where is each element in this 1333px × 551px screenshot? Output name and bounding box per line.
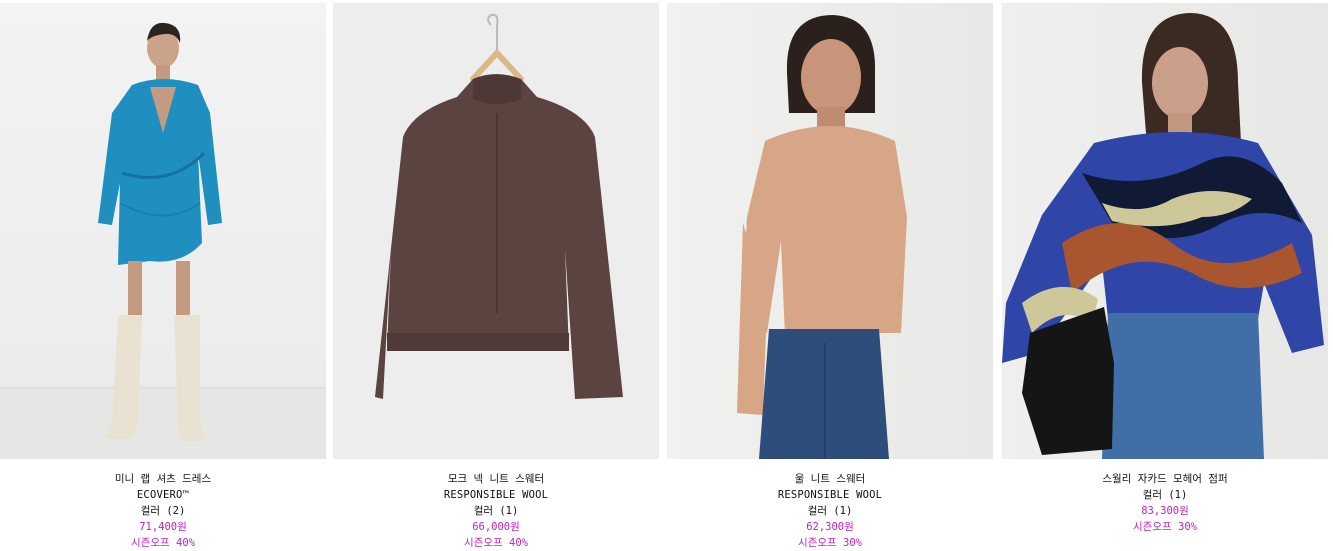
product-card[interactable]: 스월리 자카드 모헤어 점퍼 컬러 (1) 83,300원 시즌오프 30% xyxy=(1002,0,1328,551)
product-image[interactable] xyxy=(667,3,993,459)
product-discount: 시즌오프 40% xyxy=(131,537,195,549)
product-card[interactable]: 미니 랩 셔츠 드레스 ECOVERO™ 컬러 (2) 71,400원 시즌오프… xyxy=(0,0,326,551)
model-blue-wrap-dress-image xyxy=(0,22,326,459)
product-image[interactable] xyxy=(333,3,659,459)
product-grid: 미니 랩 셔츠 드레스 ECOVERO™ 컬러 (2) 71,400원 시즌오프… xyxy=(0,0,1333,551)
product-price: 62,300원 xyxy=(806,521,854,533)
product-price: 66,000원 xyxy=(472,521,520,533)
product-tag: RESPONSIBLE WOOL xyxy=(443,489,549,501)
product-tag: ECOVERO™ xyxy=(136,489,190,501)
product-name[interactable]: 미니 랩 셔츠 드레스 xyxy=(0,471,326,487)
product-tag: RESPONSIBLE WOOL xyxy=(777,489,883,501)
product-info: 미니 랩 셔츠 드레스 ECOVERO™ 컬러 (2) 71,400원 시즌오프… xyxy=(0,471,326,551)
product-info: 울 니트 스웨터 RESPONSIBLE WOOL 컬러 (1) 62,300원… xyxy=(667,471,993,551)
product-colors: 컬러 (1) xyxy=(1142,489,1188,501)
product-info: 모크 넥 니트 스웨터 RESPONSIBLE WOOL 컬러 (1) 66,0… xyxy=(333,471,659,551)
product-discount: 시즌오프 40% xyxy=(464,537,528,549)
product-colors: 컬러 (1) xyxy=(473,505,519,517)
product-name[interactable]: 모크 넥 니트 스웨터 xyxy=(333,471,659,487)
product-image[interactable] xyxy=(0,3,326,459)
model-beige-sweater-image xyxy=(737,15,907,459)
product-card[interactable]: 울 니트 스웨터 RESPONSIBLE WOOL 컬러 (1) 62,300원… xyxy=(667,0,993,551)
product-colors: 컬러 (1) xyxy=(807,505,853,517)
product-name[interactable]: 울 니트 스웨터 xyxy=(667,471,993,487)
product-price: 83,300원 xyxy=(1141,505,1189,517)
model-swirl-mohair-jumper-image xyxy=(1002,13,1324,459)
product-price: 71,400원 xyxy=(139,521,187,533)
product-image[interactable] xyxy=(1002,3,1328,459)
product-discount: 시즌오프 30% xyxy=(1133,521,1197,533)
product-name[interactable]: 스월리 자카드 모헤어 점퍼 xyxy=(1002,471,1328,487)
product-discount: 시즌오프 30% xyxy=(798,537,862,549)
product-info: 스월리 자카드 모헤어 점퍼 컬러 (1) 83,300원 시즌오프 30% xyxy=(1002,471,1328,535)
product-colors: 컬러 (2) xyxy=(140,505,186,517)
product-card[interactable]: 모크 넥 니트 스웨터 RESPONSIBLE WOOL 컬러 (1) 66,0… xyxy=(333,0,659,551)
brown-knit-sweater-on-hanger-image xyxy=(375,13,623,399)
